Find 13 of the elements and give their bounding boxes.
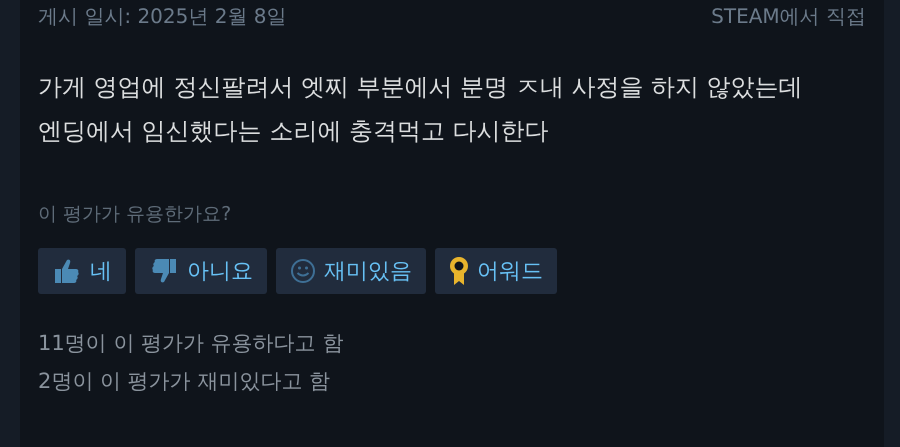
vote-count-text: 11명이 이 평가가 유용하다고 함	[38, 330, 344, 357]
review-text-line: 엔딩에서 임신했다는 소리에 충격먹고 다시한다	[38, 116, 550, 147]
vote-button[interactable]: 어워드	[435, 248, 557, 294]
vote-button[interactable]: 재미있음	[276, 248, 426, 294]
vote-button[interactable]: 아니요	[135, 248, 267, 294]
posted-date: 게시 일시: 2025년 2월 8일	[38, 2, 287, 30]
review-text-line: 가게 영업에 정신팔려서 엣찌 부분에서 분명 ㅈ내 사정을 하지 않았는데	[38, 72, 804, 103]
award-icon	[449, 256, 469, 286]
vote-button[interactable]: 네	[38, 248, 126, 294]
helpful-question: 이 평가가 유용한가요?	[38, 202, 232, 227]
review-source: STEAM에서 직접	[711, 2, 866, 30]
smiley-icon	[290, 258, 316, 284]
vote-count-text: 2명이 이 평가가 재미있다고 함	[38, 368, 332, 395]
